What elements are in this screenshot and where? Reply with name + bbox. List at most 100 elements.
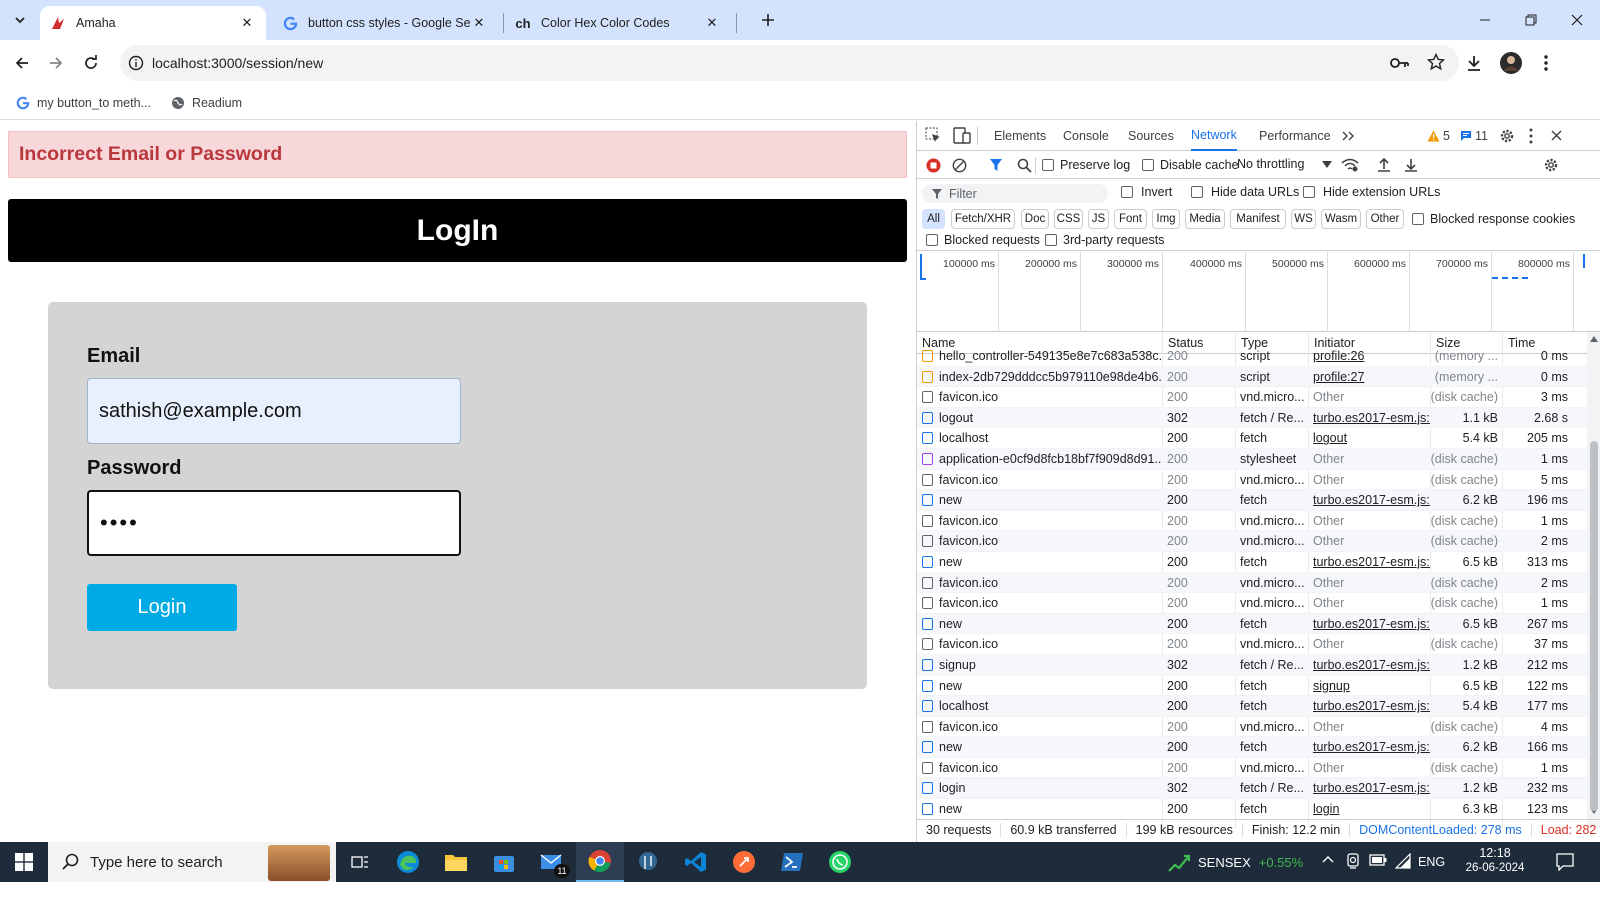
checkbox[interactable] <box>1412 213 1424 225</box>
checkbox[interactable] <box>1121 186 1133 198</box>
show-hidden-icons-chevron-up-icon[interactable] <box>1322 855 1334 863</box>
inspect-element-icon[interactable] <box>925 127 942 144</box>
checkbox[interactable] <box>1142 159 1154 171</box>
login-button[interactable]: Login <box>87 584 237 631</box>
back-button[interactable] <box>6 47 38 79</box>
chip-all[interactable]: All <box>922 209 945 229</box>
cell-name[interactable]: application-e0cf9d8fcb18bf7f909d8d91... <box>917 449 1162 469</box>
cell-name[interactable]: new <box>917 737 1162 757</box>
cell-name[interactable]: new <box>917 676 1162 696</box>
chip-ws[interactable]: WS <box>1291 209 1316 229</box>
cell-initiator[interactable]: turbo.es2017-esm.js:68 <box>1308 614 1430 634</box>
network-conditions-icon[interactable] <box>1341 158 1359 173</box>
downloads-button[interactable] <box>1458 47 1490 79</box>
profile-avatar[interactable] <box>1495 47 1527 79</box>
devtools-menu-icon[interactable] <box>1529 128 1533 144</box>
taskbar-app-edge[interactable] <box>384 842 432 882</box>
taskbar-app-vscode[interactable] <box>672 842 720 882</box>
network-settings-gear-icon[interactable] <box>1543 157 1559 173</box>
cell-initiator[interactable]: turbo.es2017-esm.js:68 <box>1308 655 1430 675</box>
cell-name[interactable]: favicon.ico <box>917 758 1162 778</box>
chip-other[interactable]: Other <box>1366 209 1404 229</box>
checkbox[interactable] <box>1191 186 1203 198</box>
tab-google-search[interactable]: button css styles - Google Search ✕ <box>272 6 498 40</box>
scrollbar-thumb[interactable] <box>1590 441 1598 811</box>
cell-name[interactable]: favicon.ico <box>917 531 1162 551</box>
settings-gear-icon[interactable] <box>1499 128 1515 144</box>
table-row[interactable]: favicon.ico 200 vnd.micro... Other (disk cac… <box>917 593 1587 614</box>
password-field[interactable]: •••• <box>87 490 461 556</box>
tab-console[interactable]: Console <box>1063 121 1109 151</box>
table-row[interactable]: new 200 fetch signup 6.5 kB 122 ms <box>917 676 1587 697</box>
table-row[interactable]: favicon.ico 200 vnd.micro... Other (disk cac… <box>917 387 1587 408</box>
scroll-up-arrow-icon[interactable] <box>1590 336 1598 342</box>
taskbar-app-powershell[interactable] <box>768 842 816 882</box>
close-devtools-icon[interactable] <box>1551 130 1562 141</box>
table-row[interactable]: new 200 fetch turbo.es2017-esm.js:68 6.5 kB 3… <box>917 552 1587 573</box>
taskbar-app-chrome[interactable] <box>576 842 624 882</box>
tab-amaha[interactable]: Amaha ✕ <box>40 6 266 40</box>
cell-initiator[interactable]: turbo.es2017-esm.js:68 <box>1308 552 1430 572</box>
table-row[interactable]: hello_controller-549135e8e7c683a538c... 2… <box>917 346 1587 367</box>
invert-toggle[interactable]: Invert <box>1121 185 1172 199</box>
search-icon[interactable] <box>1017 158 1032 173</box>
hide-extension-urls-toggle[interactable]: Hide extension URLs <box>1303 185 1440 199</box>
tab-performance[interactable]: Performance <box>1259 121 1331 151</box>
cell-name[interactable]: localhost <box>917 428 1162 448</box>
checkbox[interactable] <box>926 234 938 246</box>
cell-name[interactable]: new <box>917 614 1162 634</box>
language-indicator[interactable]: ENG <box>1418 855 1445 869</box>
table-row[interactable]: favicon.ico 200 vnd.micro... Other (disk cac… <box>917 717 1587 738</box>
cell-name[interactable]: favicon.ico <box>917 511 1162 531</box>
more-tabs-icon[interactable] <box>1341 121 1355 151</box>
minimize-button[interactable] <box>1462 0 1508 40</box>
chip-css[interactable]: CSS <box>1054 209 1083 229</box>
table-row[interactable]: new 200 fetch login 6.3 kB 123 ms <box>917 799 1587 820</box>
bookmark-item[interactable]: my button_to meth... <box>12 96 155 110</box>
cell-name[interactable]: favicon.ico <box>917 717 1162 737</box>
cell-name[interactable]: index-2db729dddcc5b979110e98de4b6... <box>917 367 1162 387</box>
start-button[interactable] <box>0 842 48 882</box>
notifications-icon[interactable] <box>1556 853 1574 871</box>
checkbox[interactable] <box>1303 186 1315 198</box>
cell-initiator[interactable]: turbo.es2017-esm.js:68 <box>1308 778 1430 798</box>
taskbar-search[interactable]: Type here to search <box>48 842 336 882</box>
filter-input[interactable]: Filter <box>922 184 1108 203</box>
bookmark-item[interactable]: Readium <box>167 96 246 110</box>
stock-ticker-widget[interactable]: SENSEX +0.55% <box>1168 852 1303 872</box>
chip-manifest[interactable]: Manifest <box>1230 209 1286 229</box>
password-key-icon[interactable] <box>1389 54 1409 72</box>
tab-sources[interactable]: Sources <box>1128 121 1174 151</box>
table-row[interactable]: favicon.ico 200 vnd.micro... Other (disk cac… <box>917 531 1587 552</box>
cell-initiator[interactable]: signup <box>1308 676 1430 696</box>
meet-now-camera-icon[interactable] <box>1346 853 1360 869</box>
chip-doc[interactable]: Doc <box>1021 209 1049 229</box>
table-row[interactable]: logout 302 fetch / Re... turbo.es2017-esm.j… <box>917 407 1587 429</box>
table-row[interactable]: index-2db729dddcc5b979110e98de4b6... 200 s… <box>917 366 1587 388</box>
cell-name[interactable]: localhost <box>917 696 1162 716</box>
network-overview-timeline[interactable]: 100000 ms 200000 ms 300000 ms 400000 ms … <box>917 252 1600 332</box>
cell-name[interactable]: login <box>917 778 1162 798</box>
cell-name[interactable]: signup <box>917 655 1162 675</box>
clock[interactable]: 12:18 26-06-2024 <box>1460 846 1530 874</box>
restore-button[interactable] <box>1508 0 1554 40</box>
cell-initiator[interactable]: profile:27 <box>1308 367 1430 387</box>
wifi-icon[interactable] <box>1395 853 1411 869</box>
table-row[interactable]: new 200 fetch turbo.es2017-esm.js:68 6.2 kB 1… <box>917 490 1587 511</box>
close-tab-icon[interactable]: ✕ <box>238 14 256 32</box>
bookmark-star-icon[interactable] <box>1427 53 1445 71</box>
table-row[interactable]: favicon.ico 200 vnd.micro... Other (disk cac… <box>917 470 1587 491</box>
table-row[interactable]: favicon.ico 200 vnd.micro... Other (disk cac… <box>917 758 1587 779</box>
new-tab-button[interactable] <box>752 4 784 36</box>
close-tab-icon[interactable]: ✕ <box>470 14 488 32</box>
cell-name[interactable]: favicon.ico <box>917 470 1162 490</box>
table-row[interactable]: signup 302 fetch / Re... turbo.es2017-esm.j… <box>917 654 1587 676</box>
checkbox[interactable] <box>1042 159 1054 171</box>
cell-name[interactable]: new <box>917 552 1162 572</box>
cell-name[interactable]: favicon.ico <box>917 387 1162 407</box>
preserve-log-toggle[interactable]: Preserve log <box>1042 158 1130 172</box>
tab-color-hex[interactable]: ch Color Hex Color Codes ✕ <box>505 6 731 40</box>
cell-name[interactable]: new <box>917 799 1162 819</box>
export-har-icon[interactable] <box>1404 157 1418 173</box>
third-party-toggle[interactable]: 3rd-party requests <box>1045 233 1164 247</box>
